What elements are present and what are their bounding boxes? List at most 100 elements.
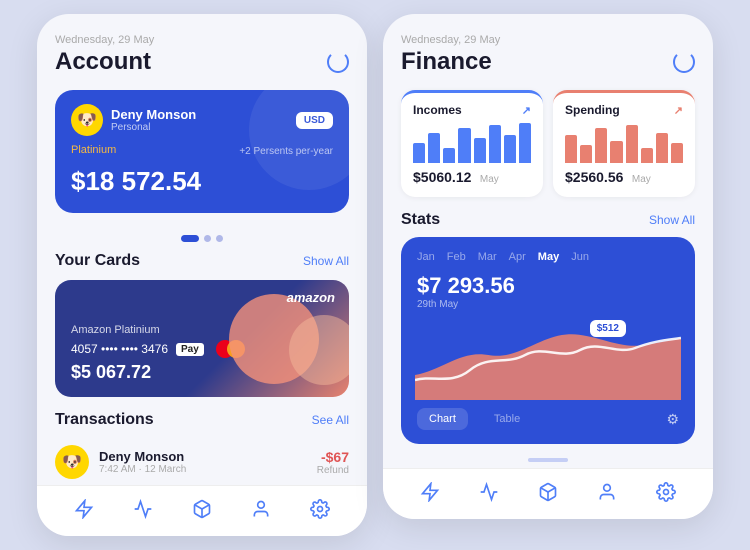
spending-bar-4 <box>626 125 638 163</box>
spending-bar-5 <box>641 148 653 163</box>
month-jan[interactable]: Jan <box>417 251 435 263</box>
right-bottom-nav <box>383 468 713 519</box>
incomes-title: Incomes ↗ <box>413 103 531 117</box>
income-bar-2 <box>443 148 455 163</box>
spending-bar-7 <box>671 143 683 163</box>
stats-months: Jan Feb Mar Apr May Jun <box>417 251 679 263</box>
dot-2[interactable] <box>204 235 211 242</box>
transaction-time: 7:42 AM · 12 March <box>99 464 307 475</box>
account-title: Account <box>55 48 151 76</box>
income-bar-4 <box>474 138 486 163</box>
transactions-section-header: Transactions See All <box>55 411 349 429</box>
month-feb[interactable]: Feb <box>447 251 466 263</box>
account-phone: Wednesday, 29 May Account 🐶 Deny Monson … <box>37 14 367 536</box>
stats-gear-icon[interactable]: ⚙ <box>666 411 679 428</box>
incomes-card: Incomes ↗ $5060.12 May <box>401 90 543 197</box>
month-jun[interactable]: Jun <box>571 251 589 263</box>
card-user-name: Deny Monson <box>111 107 196 122</box>
finance-date: Wednesday, 29 May <box>401 34 695 46</box>
nav-user-icon[interactable] <box>250 498 272 520</box>
income-bar-3 <box>458 128 470 163</box>
spending-title: Spending ↗ <box>565 103 683 117</box>
finance-phone: Wednesday, 29 May Finance Incomes ↗ $506… <box>383 14 713 519</box>
month-apr[interactable]: Apr <box>509 251 526 263</box>
income-bar-5 <box>489 125 501 163</box>
account-date: Wednesday, 29 May <box>55 34 349 46</box>
transaction-name: Deny Monson <box>99 449 307 464</box>
spending-month: May <box>632 174 651 185</box>
dot-1[interactable] <box>181 235 199 242</box>
month-may[interactable]: May <box>538 251 559 263</box>
stats-footer: Chart Table ⚙ <box>417 408 679 430</box>
incomes-amount: $5060.12 <box>413 169 471 185</box>
amazon-logo: amazon <box>287 290 335 305</box>
dot-3[interactable] <box>216 235 223 242</box>
incomes-trend-icon: ↗ <box>522 104 531 117</box>
payment-card: amazon Amazon Platinium 4057 •••• •••• 3… <box>55 280 349 397</box>
transaction-amount-col: -$67 Refund <box>317 449 349 476</box>
spending-bar-0 <box>565 135 577 163</box>
income-bar-7 <box>519 123 531 163</box>
incomes-bar-chart <box>413 123 531 163</box>
cards-title: Your Cards <box>55 252 140 270</box>
nav-cube-icon[interactable] <box>191 498 213 520</box>
nav-flash-icon[interactable] <box>73 498 95 520</box>
transaction-avatar: 🐶 <box>55 445 89 479</box>
avatar: 🐶 <box>71 104 103 136</box>
card-level-row: Platinium +2 Persents per-year <box>71 144 333 158</box>
spending-bar-2 <box>595 128 607 163</box>
income-bar-1 <box>428 133 440 163</box>
stats-card: Jan Feb Mar Apr May Jun $7 293.56 29th M… <box>401 237 695 444</box>
transaction-type: Refund <box>317 465 349 476</box>
applepay-badge: Pay <box>176 343 204 356</box>
spending-bar-chart <box>565 123 683 163</box>
month-mar[interactable]: Mar <box>478 251 497 263</box>
spending-bar-1 <box>580 145 592 163</box>
account-header: Account <box>55 48 349 76</box>
card-user-text: Deny Monson Personal <box>111 107 196 133</box>
transaction-info: Deny Monson 7:42 AM · 12 March <box>99 449 307 475</box>
finance-header: Finance <box>401 48 695 76</box>
finance-refresh-icon[interactable] <box>673 51 695 73</box>
wave-chart: $512 <box>415 320 681 400</box>
nav-active-indicator <box>528 458 568 462</box>
spending-trend-icon: ↗ <box>674 104 683 117</box>
transactions-title: Transactions <box>55 411 154 429</box>
stats-section-header: Stats Show All <box>401 211 695 229</box>
income-bar-0 <box>413 143 425 163</box>
card-percent: +2 Persents per-year <box>239 146 333 157</box>
spending-amount-row: $2560.56 May <box>565 169 683 187</box>
stats-amount: $7 293.56 <box>417 273 679 299</box>
spending-bar-3 <box>610 141 622 163</box>
currency-badge: USD <box>296 112 333 129</box>
transaction-item: 🐶 Deny Monson 7:42 AM · 12 March -$67 Re… <box>55 439 349 485</box>
transactions-see-all[interactable]: See All <box>312 413 349 427</box>
finance-grid: Incomes ↗ $5060.12 May Spending ↗ $2560.… <box>401 90 695 197</box>
finance-nav-cube-icon[interactable] <box>537 481 559 503</box>
cards-section-header: Your Cards Show All <box>55 252 349 270</box>
transaction-amount: -$67 <box>317 449 349 465</box>
card-amount: $18 572.54 <box>71 166 333 197</box>
finance-nav-user-icon[interactable] <box>596 481 618 503</box>
refresh-icon[interactable] <box>327 51 349 73</box>
card-level: Platinium <box>71 144 116 156</box>
income-bar-6 <box>504 135 516 163</box>
nav-activity-icon[interactable] <box>132 498 154 520</box>
wave-svg <box>415 320 681 400</box>
stats-show-all[interactable]: Show All <box>649 213 695 227</box>
incomes-amount-row: $5060.12 May <box>413 169 531 187</box>
card-user-sub: Personal <box>111 122 196 133</box>
finance-nav-gear-icon[interactable] <box>655 481 677 503</box>
finance-nav-flash-icon[interactable] <box>419 481 441 503</box>
finance-nav-activity-icon[interactable] <box>478 481 500 503</box>
table-button[interactable]: Table <box>482 408 532 430</box>
cards-show-all[interactable]: Show All <box>303 254 349 268</box>
stats-title: Stats <box>401 211 440 229</box>
chart-button[interactable]: Chart <box>417 408 468 430</box>
account-card: 🐶 Deny Monson Personal USD Platinium +2 … <box>55 90 349 213</box>
spending-bar-6 <box>656 133 668 163</box>
left-bottom-nav <box>37 485 367 536</box>
nav-gear-icon[interactable] <box>309 498 331 520</box>
stats-tooltip: $512 <box>590 320 626 337</box>
stats-date: 29th May <box>417 299 679 310</box>
